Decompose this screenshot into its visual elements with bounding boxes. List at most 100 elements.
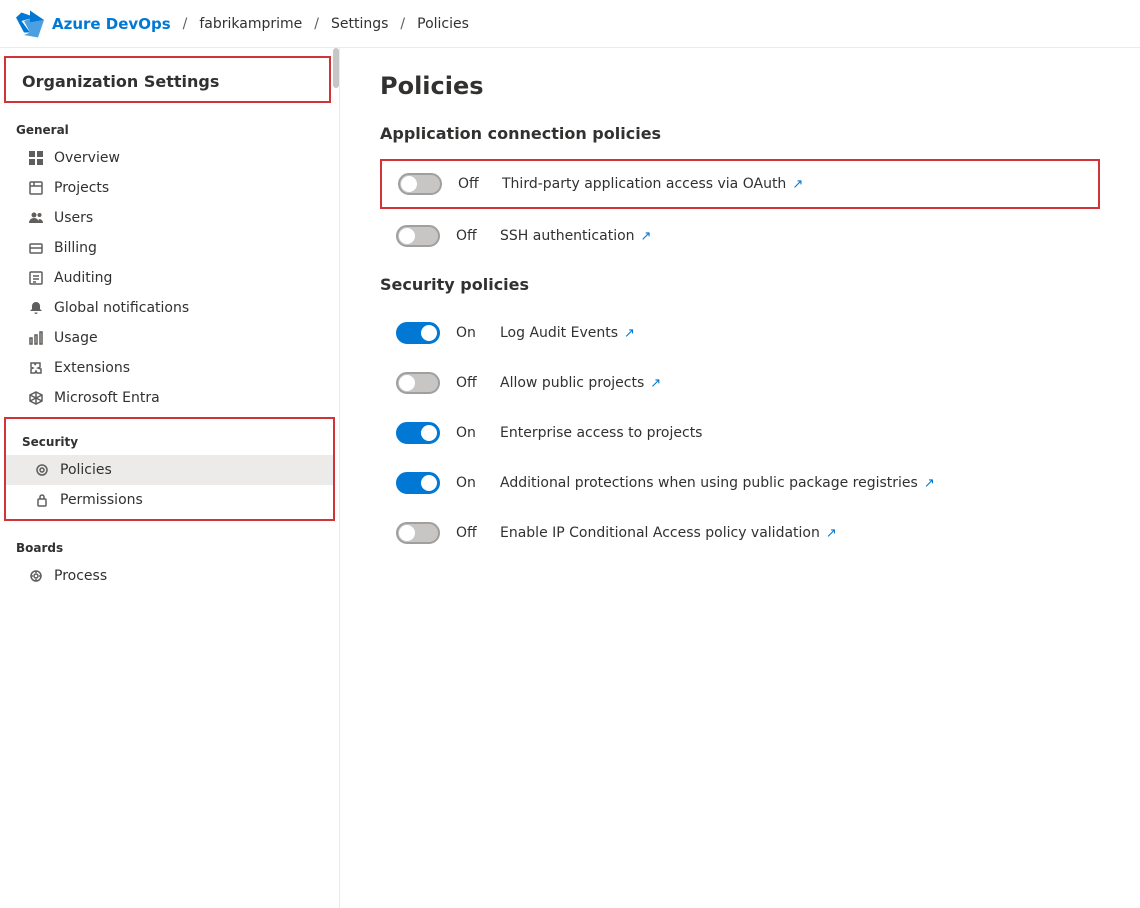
policy-row-log-audit: On Log Audit Events ↗ [380,310,1100,356]
log-audit-label: Log Audit Events ↗ [500,325,635,341]
ssh-status: Off [456,228,484,244]
breadcrumb-sep-1: / [183,16,188,32]
app-layout: Organization Settings General Overview P… [0,48,1140,908]
enterprise-access-status: On [456,425,484,441]
sidebar-item-label: Billing [54,240,97,256]
policy-row-oauth: Off Third-party application access via O… [380,159,1100,209]
process-icon [28,568,44,584]
app-connection-heading: Application connection policies [380,124,1100,143]
public-projects-toggle-track [396,372,440,394]
log-audit-status: On [456,325,484,341]
public-projects-link-icon[interactable]: ↗ [650,376,661,391]
sidebar-item-label: Overview [54,150,120,166]
ssh-toggle-thumb [399,228,415,244]
billing-icon [28,240,44,256]
sidebar-item-label: Process [54,568,107,584]
ip-conditional-toggle[interactable] [396,522,440,544]
additional-protections-label: Additional protections when using public… [500,475,935,491]
ssh-link-icon[interactable]: ↗ [641,229,652,244]
ssh-label: SSH authentication ↗ [500,228,651,244]
oauth-toggle-thumb [401,176,417,192]
sidebar-item-extensions[interactable]: Extensions [0,353,339,383]
public-projects-toggle-thumb [399,375,415,391]
sidebar-item-overview[interactable]: Overview [0,143,339,173]
general-section-label: General [0,107,339,143]
azure-devops-logo-icon [16,10,44,38]
grid-icon [28,150,44,166]
log-audit-toggle-thumb [421,325,437,341]
sidebar-item-label: Global notifications [54,300,189,316]
sidebar-item-label: Microsoft Entra [54,390,160,406]
enterprise-access-label: Enterprise access to projects [500,425,702,441]
app-connection-section: Application connection policies Off Thir… [380,124,1100,259]
public-projects-label: Allow public projects ↗ [500,375,661,391]
scrollbar[interactable] [333,48,339,88]
sidebar-item-auditing[interactable]: Auditing [0,263,339,293]
additional-protections-toggle-track [396,472,440,494]
breadcrumb-org[interactable]: fabrikamprime [199,16,302,32]
policy-row-ssh: Off SSH authentication ↗ [380,213,1100,259]
additional-protections-toggle-thumb [421,475,437,491]
oauth-status: Off [458,176,486,192]
sidebar-item-label: Extensions [54,360,130,376]
sidebar-item-label: Auditing [54,270,112,286]
log-audit-link-icon[interactable]: ↗ [624,326,635,341]
extensions-icon [28,360,44,376]
public-projects-status: Off [456,375,484,391]
additional-protections-link-icon[interactable]: ↗ [924,476,935,491]
ip-conditional-link-icon[interactable]: ↗ [826,526,837,541]
oauth-toggle[interactable] [398,173,442,195]
ip-conditional-status: Off [456,525,484,541]
public-projects-toggle[interactable] [396,372,440,394]
sidebar-item-users[interactable]: Users [0,203,339,233]
policy-row-enterprise-access: On Enterprise access to projects [380,410,1100,456]
notifications-icon [28,300,44,316]
sidebar-item-process[interactable]: Process [0,561,339,591]
sidebar-item-global-notifications[interactable]: Global notifications [0,293,339,323]
permissions-icon [34,492,50,508]
ssh-toggle-track [396,225,440,247]
policy-row-ip-conditional: Off Enable IP Conditional Access policy … [380,510,1100,556]
log-audit-toggle[interactable] [396,322,440,344]
boards-section-label: Boards [0,525,339,561]
ssh-toggle[interactable] [396,225,440,247]
enterprise-access-toggle-thumb [421,425,437,441]
ip-conditional-toggle-thumb [399,525,415,541]
sidebar-item-policies[interactable]: Policies [6,455,333,485]
sidebar-item-label: Permissions [60,492,143,508]
enterprise-access-toggle-track [396,422,440,444]
breadcrumb-policies: Policies [417,16,469,32]
sidebar: Organization Settings General Overview P… [0,48,340,908]
auditing-icon [28,270,44,286]
sidebar-item-billing[interactable]: Billing [0,233,339,263]
security-policies-heading: Security policies [380,275,1100,294]
breadcrumb-sep-3: / [400,16,405,32]
policy-row-public-projects: Off Allow public projects ↗ [380,360,1100,406]
sidebar-item-label: Projects [54,180,109,196]
logo-area[interactable]: Azure DevOps [16,10,171,38]
oauth-toggle-track [398,173,442,195]
oauth-label: Third-party application access via OAuth… [502,176,803,192]
oauth-link-icon[interactable]: ↗ [792,177,803,192]
sidebar-item-label: Usage [54,330,98,346]
topbar: Azure DevOps / fabrikamprime / Settings … [0,0,1140,48]
policy-row-additional-protections: On Additional protections when using pub… [380,460,1100,506]
additional-protections-status: On [456,475,484,491]
sidebar-item-label: Users [54,210,93,226]
entra-icon [28,390,44,406]
security-policies-section: Security policies On Log Audit Events ↗ [380,275,1100,556]
projects-icon [28,180,44,196]
policy-icon [34,462,50,478]
org-settings-header: Organization Settings [4,56,331,103]
enterprise-access-toggle[interactable] [396,422,440,444]
sidebar-item-microsoft-entra[interactable]: Microsoft Entra [0,383,339,413]
usage-icon [28,330,44,346]
sidebar-item-permissions[interactable]: Permissions [6,485,333,515]
breadcrumb-settings[interactable]: Settings [331,16,388,32]
brand-name: Azure DevOps [52,15,171,33]
additional-protections-toggle[interactable] [396,472,440,494]
sidebar-item-usage[interactable]: Usage [0,323,339,353]
users-icon [28,210,44,226]
security-section: Security Policies Permissions [4,417,335,521]
sidebar-item-projects[interactable]: Projects [0,173,339,203]
